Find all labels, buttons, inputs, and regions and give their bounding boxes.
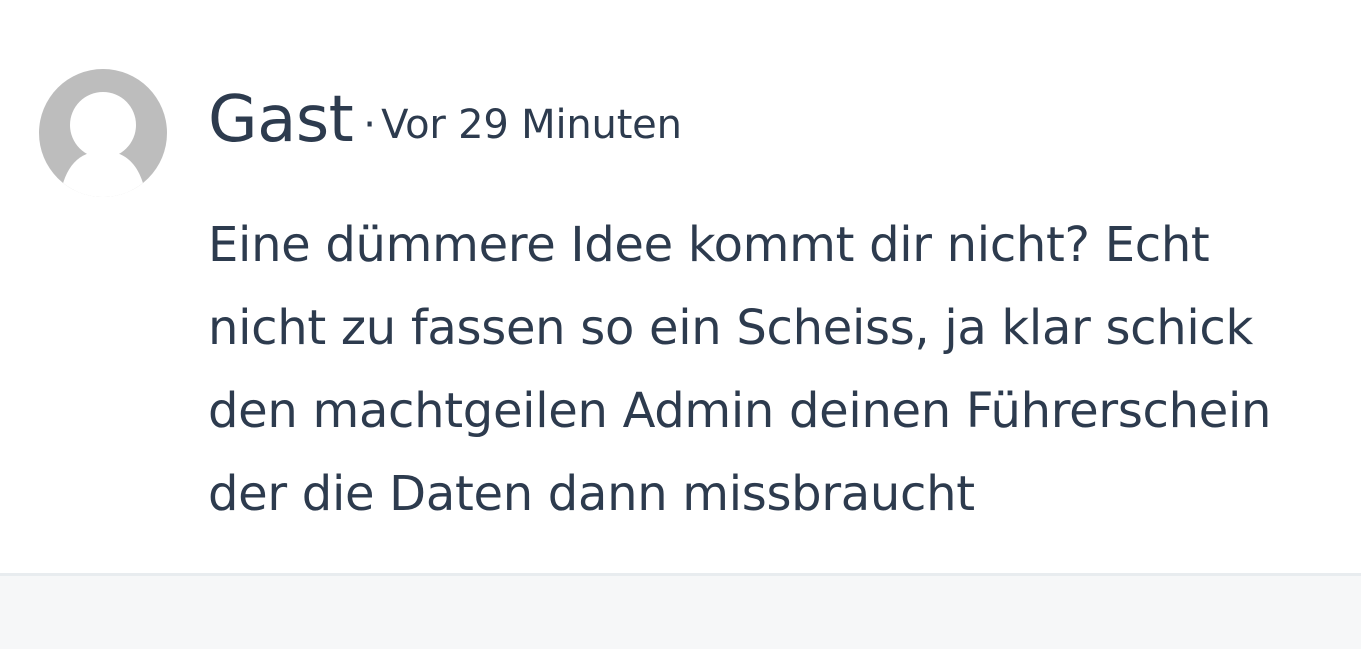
author-name[interactable]: Gast [208,83,354,157]
meta-separator: · [363,102,376,148]
comment-text-line-3: den machtgeilen Admin deinen Führerschei… [208,383,1272,439]
comment-text-line-1: Eine dümmere Idee kommt dir nicht? Echt [208,217,1210,273]
comment-header: Gast · Vor 29 Minuten [208,80,682,176]
comment-timestamp: Vor 29 Minuten [381,102,682,148]
default-user-icon [39,69,167,197]
comment-card: Gast · Vor 29 Minuten Eine dümmere Idee k… [0,0,1361,574]
footer-area [0,576,1361,649]
comment-body: Eine dümmere Idee kommt dir nicht? Echt … [208,204,1361,536]
comment-text-line-4: der die Daten dann missbraucht [208,466,975,522]
avatar[interactable] [39,69,167,197]
comment-text-line-2: nicht zu fassen so ein Scheiss, ja klar … [208,300,1254,356]
